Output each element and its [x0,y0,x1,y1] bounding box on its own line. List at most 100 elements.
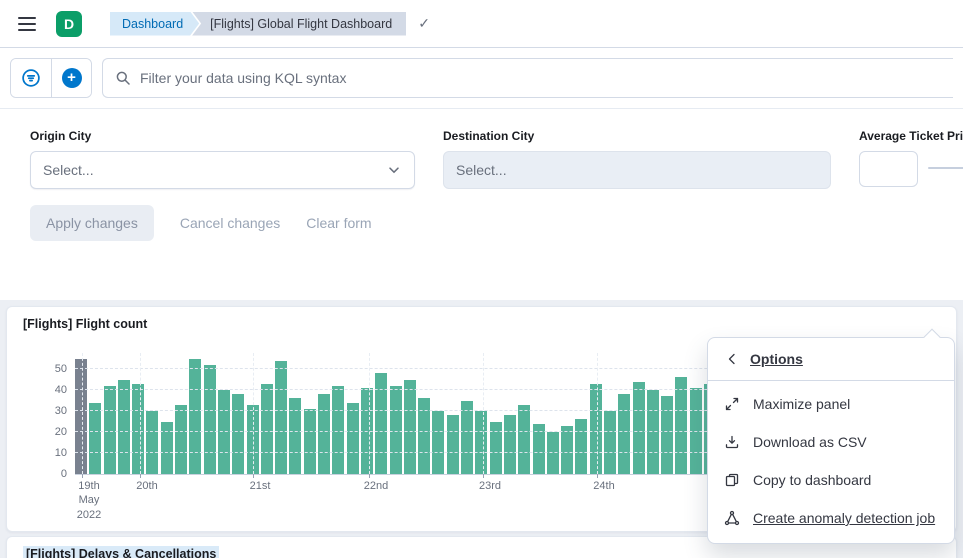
y-axis-label: 40 [39,384,67,396]
y-axis-label: 0 [39,468,67,480]
x-gridline [253,353,254,474]
flight-count-bar [347,403,359,474]
menu-item-download-csv[interactable]: Download as CSV [708,423,954,461]
y-axis-label: 50 [39,363,67,375]
options-back-button[interactable]: Options [708,338,954,381]
flight-count-bar [104,386,116,474]
add-filter-button[interactable]: + [51,59,91,97]
panel-options-popover: Options Maximize panel Download as CSV C… [707,337,955,544]
origin-city-label: Origin City [30,129,415,143]
flight-count-bar [647,390,659,474]
flight-count-bar [661,396,673,474]
price-range-slider[interactable]: 10 [928,167,963,169]
x-axis-label: 19th May 2022 [77,479,101,522]
price-min-input[interactable] [859,151,918,187]
cancel-changes-button[interactable]: Cancel changes [180,215,280,231]
download-icon [724,434,740,450]
x-tick-mark [483,474,484,478]
filter-circle-icon [21,68,41,88]
flight-count-bar [189,359,201,475]
x-gridline [369,353,370,474]
flight-count-bar [633,382,645,474]
flight-count-bar [89,403,101,474]
flight-count-bar [604,411,616,474]
flight-count-bar [132,384,144,474]
flight-count-bar [118,380,130,475]
flight-count-bar [318,394,330,474]
y-axis-label: 20 [39,426,67,438]
top-header: D Dashboard [Flights] Global Flight Dash… [0,0,963,48]
x-gridline [597,353,598,474]
flight-count-bar [175,405,187,474]
copy-icon [724,472,740,488]
origin-city-control: Origin City Select... [30,129,415,189]
flight-count-bar [590,384,602,474]
origin-city-value: Select... [43,162,94,178]
flight-count-bar [304,409,316,474]
query-bar: + [0,48,963,108]
x-tick-mark [369,474,370,478]
destination-city-control: Destination City Select... [443,129,831,189]
flight-count-bar [261,384,273,474]
flight-count-panel-title[interactable]: [Flights] Flight count [7,307,956,331]
flight-count-bar [447,415,459,474]
flight-count-bar [504,415,516,474]
kql-search-input[interactable] [140,70,941,86]
destination-city-select[interactable]: Select... [443,151,831,189]
flight-count-bar [404,380,416,475]
deployment-logo[interactable]: D [56,11,82,37]
maximize-icon [724,396,740,412]
x-axis-label: 23rd [479,479,501,493]
plus-icon: + [62,68,82,88]
slider-track [928,167,963,169]
flight-count-bar [161,422,173,475]
panel-options-menu: Maximize panel Download as CSV Copy to d… [708,381,954,543]
flight-count-bar [232,394,244,474]
check-icon[interactable]: ✓ [418,15,430,32]
destination-city-value: Select... [456,162,507,178]
flight-count-bar [475,411,487,474]
saved-query-menu-button[interactable] [11,59,51,97]
flight-count-bar [275,361,287,474]
menu-item-create-anomaly-job[interactable]: Create anomaly detection job [708,499,954,537]
flight-count-bar [390,386,402,474]
flight-count-bar [461,401,473,475]
flight-count-bar [575,419,587,474]
x-tick-mark [597,474,598,478]
clear-form-button[interactable]: Clear form [306,215,371,231]
x-gridline [140,353,141,474]
flight-count-bar [218,390,230,474]
x-tick-mark [140,474,141,478]
x-tick-mark [82,474,83,478]
chevron-down-icon [386,162,402,178]
flight-count-bar [75,359,87,475]
flight-count-bar [332,386,344,474]
y-axis-label: 30 [39,405,67,417]
avg-ticket-price-control: Average Ticket Price 10 [859,129,963,189]
search-icon [115,70,131,86]
flight-count-bar [490,422,502,475]
avg-ticket-price-label: Average Ticket Price [859,129,963,143]
filter-button-group: + [10,58,92,98]
menu-hamburger-icon[interactable] [10,7,44,41]
breadcrumb: Dashboard [Flights] Global Flight Dashbo… [110,12,430,36]
breadcrumb-page-title[interactable]: [Flights] Global Flight Dashboard [192,12,406,36]
breadcrumb-dashboard[interactable]: Dashboard [110,12,199,36]
flight-count-bar [618,394,630,474]
x-gridline [483,353,484,474]
dashboard-controls-panel: Origin City Select... Destination City S… [0,108,963,300]
x-gridline [82,353,83,474]
flight-count-bar [675,377,687,474]
origin-city-select[interactable]: Select... [30,151,415,189]
menu-item-copy-to-dashboard[interactable]: Copy to dashboard [708,461,954,499]
apply-changes-button[interactable]: Apply changes [30,205,154,241]
x-axis-label: 22nd [364,479,388,493]
options-title: Options [750,351,803,367]
flight-count-bar [518,405,530,474]
flight-count-bar [146,411,158,474]
flight-count-bar [204,365,216,474]
menu-item-maximize-panel[interactable]: Maximize panel [708,385,954,423]
kql-search-field [102,58,953,98]
x-tick-mark [253,474,254,478]
x-axis-label: 24th [593,479,614,493]
